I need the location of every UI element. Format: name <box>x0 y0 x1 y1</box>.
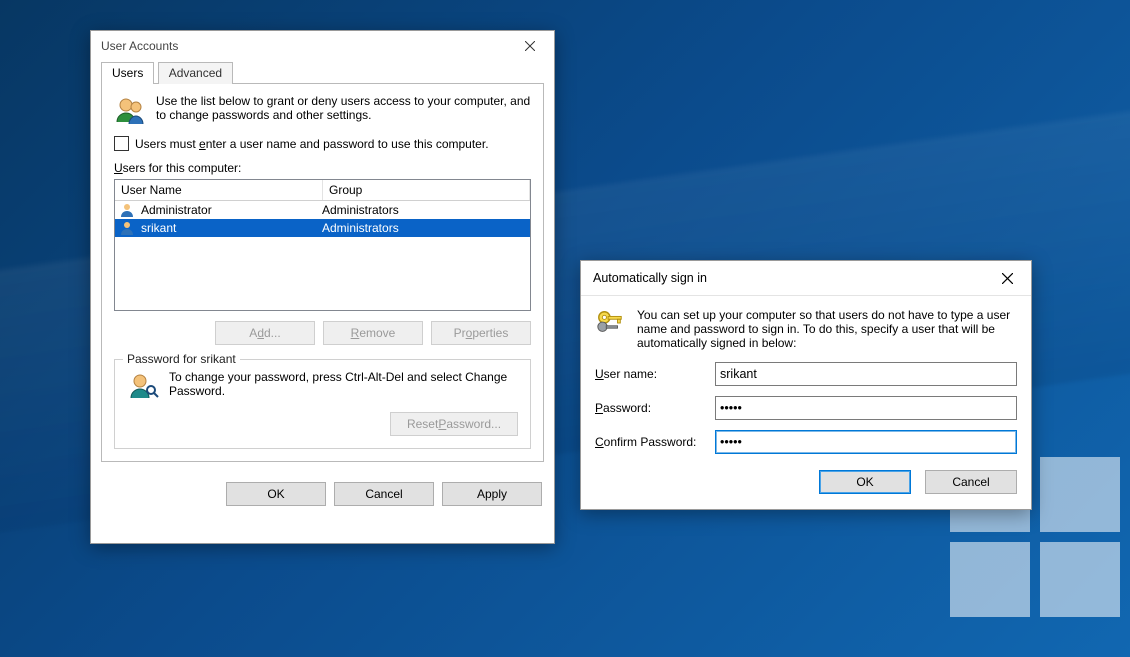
column-group[interactable]: Group <box>323 180 530 200</box>
confirm-password-label: Confirm Password: <box>595 435 715 449</box>
password-input[interactable] <box>715 396 1017 420</box>
confirm-password-input[interactable] <box>715 430 1017 454</box>
checkbox-icon[interactable] <box>114 136 129 151</box>
user-icon <box>119 202 135 218</box>
window-title: User Accounts <box>101 39 512 53</box>
list-item-username: srikant <box>139 221 316 235</box>
add-button[interactable]: Add... <box>215 321 315 345</box>
desktop: User Accounts Users Advanced Use the <box>0 0 1130 657</box>
dialog-intro-text: You can set up your computer so that use… <box>637 308 1017 350</box>
list-item[interactable]: srikant Administrators <box>115 219 530 237</box>
dialog-button-row: OK Cancel Apply <box>91 472 554 516</box>
properties-button[interactable]: Properties <box>431 321 531 345</box>
dialog-intro-row: You can set up your computer so that use… <box>595 308 1017 350</box>
user-list-label: Users for this computer: <box>114 161 531 175</box>
close-icon <box>525 41 535 51</box>
ok-button[interactable]: OK <box>226 482 326 506</box>
close-icon <box>1002 273 1013 284</box>
username-label: User name: <box>595 367 715 381</box>
cancel-button[interactable]: Cancel <box>334 482 434 506</box>
reset-password-button[interactable]: Reset Password... <box>390 412 518 436</box>
auto-sign-in-dialog: Automatically sign in You can set <box>580 260 1032 510</box>
password-label: Password: <box>595 401 715 415</box>
titlebar[interactable]: User Accounts <box>91 31 554 61</box>
tab-panel-users: Use the list below to grant or deny user… <box>101 83 544 462</box>
password-group-legend: Password for srikant <box>123 352 240 366</box>
list-item-username: Administrator <box>139 203 316 217</box>
username-input[interactable] <box>715 362 1017 386</box>
remove-button[interactable]: Remove <box>323 321 423 345</box>
password-group: Password for srikant To change your pass… <box>114 359 531 449</box>
dialog-button-row: OK Cancel <box>581 464 1031 506</box>
intro-row: Use the list below to grant or deny user… <box>114 94 531 126</box>
user-accounts-window: User Accounts Users Advanced Use the <box>90 30 555 544</box>
ok-button[interactable]: OK <box>819 470 911 494</box>
list-item-group: Administrators <box>316 203 530 217</box>
require-login-label: Users must enter a user name and passwor… <box>135 137 489 151</box>
user-icon <box>119 220 135 236</box>
close-button[interactable] <box>989 267 1025 289</box>
keys-icon <box>595 308 625 338</box>
confirm-password-row: Confirm Password: <box>595 430 1017 454</box>
password-row: Password: <box>595 396 1017 420</box>
tab-strip: Users Advanced <box>101 61 544 83</box>
user-list-header: User Name Group <box>115 180 530 201</box>
cancel-button[interactable]: Cancel <box>925 470 1017 494</box>
require-login-checkbox-row[interactable]: Users must enter a user name and passwor… <box>114 136 531 151</box>
users-icon <box>114 94 146 126</box>
intro-text: Use the list below to grant or deny user… <box>156 94 531 122</box>
user-list[interactable]: User Name Group Administrator Administra… <box>114 179 531 311</box>
password-group-text: To change your password, press Ctrl-Alt-… <box>169 370 518 398</box>
tab-advanced[interactable]: Advanced <box>158 62 233 84</box>
list-item[interactable]: Administrator Administrators <box>115 201 530 219</box>
dialog-body: You can set up your computer so that use… <box>581 296 1031 454</box>
close-button[interactable] <box>512 35 548 57</box>
dialog-title: Automatically sign in <box>593 271 989 285</box>
titlebar[interactable]: Automatically sign in <box>581 261 1031 296</box>
user-list-button-row: Add... Remove Properties <box>114 321 531 345</box>
user-key-icon <box>127 370 159 402</box>
column-username[interactable]: User Name <box>115 180 323 200</box>
apply-button[interactable]: Apply <box>442 482 542 506</box>
tab-users[interactable]: Users <box>101 62 154 84</box>
list-item-group: Administrators <box>316 221 530 235</box>
username-row: User name: <box>595 362 1017 386</box>
